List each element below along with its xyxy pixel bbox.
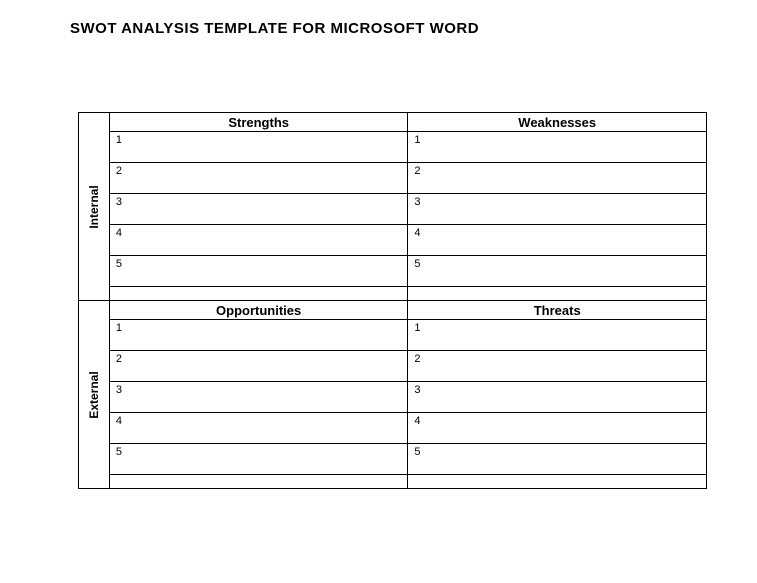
internal-side-label: Internal (79, 113, 110, 301)
threats-row-4: 4 (408, 413, 707, 444)
strengths-row-4: 4 (109, 225, 408, 256)
strengths-row-1: 1 (109, 132, 408, 163)
opportunities-row-5: 5 (109, 444, 408, 475)
weaknesses-header: Weaknesses (408, 113, 707, 132)
threats-row-1: 1 (408, 320, 707, 351)
opportunities-row-3: 3 (109, 382, 408, 413)
internal-label-text: Internal (87, 185, 101, 228)
weaknesses-row-2: 2 (408, 163, 707, 194)
internal-spacer-right (408, 287, 707, 301)
strengths-row-5: 5 (109, 256, 408, 287)
opportunities-row-4: 4 (109, 413, 408, 444)
opportunities-row-2: 2 (109, 351, 408, 382)
threats-row-2: 2 (408, 351, 707, 382)
weaknesses-row-1: 1 (408, 132, 707, 163)
page-title: SWOT ANALYSIS TEMPLATE FOR MICROSOFT WOR… (0, 0, 757, 47)
internal-spacer-left (109, 287, 408, 301)
external-label-text: External (87, 371, 101, 418)
opportunities-header: Opportunities (109, 301, 408, 320)
threats-row-5: 5 (408, 444, 707, 475)
external-spacer-right (408, 475, 707, 489)
weaknesses-row-4: 4 (408, 225, 707, 256)
strengths-row-2: 2 (109, 163, 408, 194)
threats-row-3: 3 (408, 382, 707, 413)
strengths-row-3: 3 (109, 194, 408, 225)
opportunities-row-1: 1 (109, 320, 408, 351)
threats-header: Threats (408, 301, 707, 320)
external-spacer-left (109, 475, 408, 489)
weaknesses-row-3: 3 (408, 194, 707, 225)
external-side-label: External (79, 301, 110, 489)
swot-table-wrapper: Internal Strengths Weaknesses 1 1 2 2 3 … (78, 112, 707, 489)
swot-table: Internal Strengths Weaknesses 1 1 2 2 3 … (78, 112, 707, 489)
weaknesses-row-5: 5 (408, 256, 707, 287)
strengths-header: Strengths (109, 113, 408, 132)
